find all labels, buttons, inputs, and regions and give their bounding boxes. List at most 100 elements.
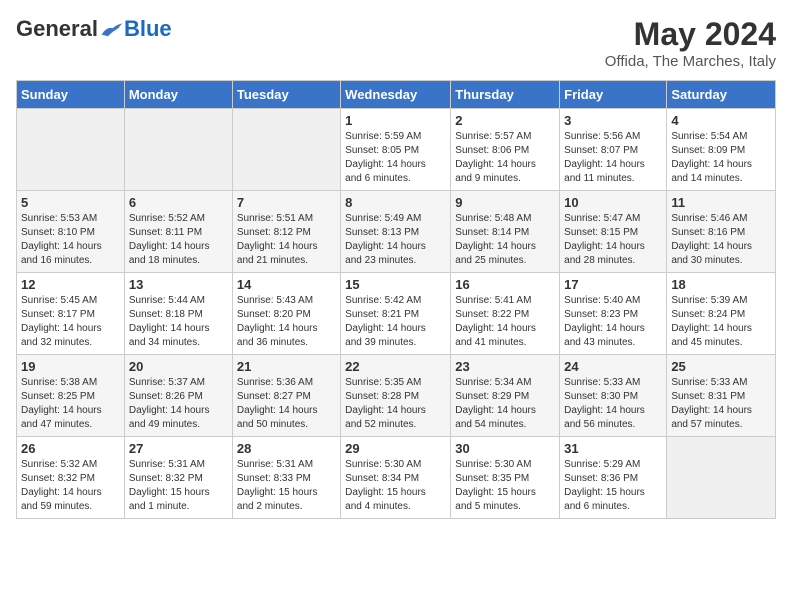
- day-header-saturday: Saturday: [667, 81, 776, 109]
- day-number: 29: [345, 441, 446, 456]
- day-number: 5: [21, 195, 120, 210]
- day-number: 21: [237, 359, 336, 374]
- calendar-week-row: 26 Sunrise: 5:32 AM Sunset: 8:32 PM Dayli…: [17, 437, 776, 519]
- logo-bird-icon: [100, 19, 124, 39]
- logo-blue-text: Blue: [124, 16, 172, 42]
- day-number: 17: [564, 277, 662, 292]
- logo-general-text: General: [16, 16, 98, 42]
- day-number: 20: [129, 359, 228, 374]
- location-subtitle: Offida, The Marches, Italy: [605, 53, 776, 70]
- day-info: Sunrise: 5:30 AM Sunset: 8:34 PM Dayligh…: [345, 458, 446, 514]
- day-info: Sunrise: 5:30 AM Sunset: 8:35 PM Dayligh…: [455, 458, 555, 514]
- calendar-cell: 23 Sunrise: 5:34 AM Sunset: 8:29 PM Dayli…: [451, 355, 560, 437]
- day-info: Sunrise: 5:48 AM Sunset: 8:14 PM Dayligh…: [455, 212, 555, 268]
- day-info: Sunrise: 5:42 AM Sunset: 8:21 PM Dayligh…: [345, 294, 446, 350]
- day-number: 15: [345, 277, 446, 292]
- day-number: 13: [129, 277, 228, 292]
- day-number: 23: [455, 359, 555, 374]
- calendar-cell: 11 Sunrise: 5:46 AM Sunset: 8:16 PM Dayli…: [667, 191, 776, 273]
- day-info: Sunrise: 5:33 AM Sunset: 8:30 PM Dayligh…: [564, 376, 662, 432]
- day-number: 14: [237, 277, 336, 292]
- calendar-cell: 25Sunrise: 5:33 AM Sunset: 8:31 PM Dayli…: [667, 355, 776, 437]
- day-header-friday: Friday: [560, 81, 667, 109]
- calendar-cell: 12Sunrise: 5:45 AM Sunset: 8:17 PM Dayli…: [17, 273, 125, 355]
- day-number: 7: [237, 195, 336, 210]
- day-info: Sunrise: 5:34 AM Sunset: 8:29 PM Dayligh…: [455, 376, 555, 432]
- day-number: 31: [564, 441, 662, 456]
- day-number: 22: [345, 359, 446, 374]
- calendar-cell: 16 Sunrise: 5:41 AM Sunset: 8:22 PM Dayli…: [451, 273, 560, 355]
- calendar-cell: 21Sunrise: 5:36 AM Sunset: 8:27 PM Dayli…: [232, 355, 340, 437]
- day-number: 19: [21, 359, 120, 374]
- calendar-week-row: 12Sunrise: 5:45 AM Sunset: 8:17 PM Dayli…: [17, 273, 776, 355]
- calendar-week-row: 1 Sunrise: 5:59 AM Sunset: 8:05 PM Daylig…: [17, 109, 776, 191]
- day-info: Sunrise: 5:53 AM Sunset: 8:10 PM Dayligh…: [21, 212, 120, 268]
- calendar-cell: 1 Sunrise: 5:59 AM Sunset: 8:05 PM Daylig…: [341, 109, 451, 191]
- calendar-cell: 19 Sunrise: 5:38 AM Sunset: 8:25 PM Dayli…: [17, 355, 125, 437]
- calendar-cell: [232, 109, 340, 191]
- day-info: Sunrise: 5:49 AM Sunset: 8:13 PM Dayligh…: [345, 212, 446, 268]
- day-header-tuesday: Tuesday: [232, 81, 340, 109]
- day-info: Sunrise: 5:44 AM Sunset: 8:18 PM Dayligh…: [129, 294, 228, 350]
- calendar-cell: 10 Sunrise: 5:47 AM Sunset: 8:15 PM Dayli…: [560, 191, 667, 273]
- day-number: 10: [564, 195, 662, 210]
- calendar-cell: 6Sunrise: 5:52 AM Sunset: 8:11 PM Daylig…: [124, 191, 232, 273]
- day-info: Sunrise: 5:43 AM Sunset: 8:20 PM Dayligh…: [237, 294, 336, 350]
- day-number: 11: [671, 195, 771, 210]
- calendar-week-row: 5 Sunrise: 5:53 AM Sunset: 8:10 PM Daylig…: [17, 191, 776, 273]
- calendar-cell: 27Sunrise: 5:31 AM Sunset: 8:32 PM Dayli…: [124, 437, 232, 519]
- calendar-cell: 9 Sunrise: 5:48 AM Sunset: 8:14 PM Daylig…: [451, 191, 560, 273]
- calendar-cell: [667, 437, 776, 519]
- calendar-cell: 20 Sunrise: 5:37 AM Sunset: 8:26 PM Dayli…: [124, 355, 232, 437]
- day-number: 30: [455, 441, 555, 456]
- calendar-cell: 14 Sunrise: 5:43 AM Sunset: 8:20 PM Dayli…: [232, 273, 340, 355]
- calendar-table: SundayMondayTuesdayWednesdayThursdayFrid…: [16, 80, 776, 519]
- calendar-week-row: 19 Sunrise: 5:38 AM Sunset: 8:25 PM Dayli…: [17, 355, 776, 437]
- day-info: Sunrise: 5:47 AM Sunset: 8:15 PM Dayligh…: [564, 212, 662, 268]
- page-header: General Blue May 2024 Offida, The Marche…: [16, 16, 776, 70]
- day-header-wednesday: Wednesday: [341, 81, 451, 109]
- day-info: Sunrise: 5:31 AM Sunset: 8:32 PM Dayligh…: [129, 458, 228, 514]
- day-info: Sunrise: 5:39 AM Sunset: 8:24 PM Dayligh…: [671, 294, 771, 350]
- calendar-cell: 26 Sunrise: 5:32 AM Sunset: 8:32 PM Dayli…: [17, 437, 125, 519]
- day-number: 26: [21, 441, 120, 456]
- calendar-cell: 8 Sunrise: 5:49 AM Sunset: 8:13 PM Daylig…: [341, 191, 451, 273]
- calendar-cell: [17, 109, 125, 191]
- day-number: 1: [345, 113, 446, 128]
- title-section: May 2024 Offida, The Marches, Italy: [605, 16, 776, 70]
- day-info: Sunrise: 5:51 AM Sunset: 8:12 PM Dayligh…: [237, 212, 336, 268]
- day-info: Sunrise: 5:46 AM Sunset: 8:16 PM Dayligh…: [671, 212, 771, 268]
- day-info: Sunrise: 5:45 AM Sunset: 8:17 PM Dayligh…: [21, 294, 120, 350]
- day-info: Sunrise: 5:52 AM Sunset: 8:11 PM Dayligh…: [129, 212, 228, 268]
- day-number: 28: [237, 441, 336, 456]
- day-header-sunday: Sunday: [17, 81, 125, 109]
- day-number: 3: [564, 113, 662, 128]
- calendar-cell: 30 Sunrise: 5:30 AM Sunset: 8:35 PM Dayli…: [451, 437, 560, 519]
- day-info: Sunrise: 5:41 AM Sunset: 8:22 PM Dayligh…: [455, 294, 555, 350]
- calendar-cell: 4 Sunrise: 5:54 AM Sunset: 8:09 PM Daylig…: [667, 109, 776, 191]
- month-year-title: May 2024: [605, 16, 776, 53]
- calendar-cell: 17Sunrise: 5:40 AM Sunset: 8:23 PM Dayli…: [560, 273, 667, 355]
- day-info: Sunrise: 5:56 AM Sunset: 8:07 PM Dayligh…: [564, 130, 662, 186]
- day-info: Sunrise: 5:59 AM Sunset: 8:05 PM Dayligh…: [345, 130, 446, 186]
- calendar-cell: 22Sunrise: 5:35 AM Sunset: 8:28 PM Dayli…: [341, 355, 451, 437]
- calendar-cell: 29 Sunrise: 5:30 AM Sunset: 8:34 PM Dayli…: [341, 437, 451, 519]
- day-number: 8: [345, 195, 446, 210]
- day-info: Sunrise: 5:31 AM Sunset: 8:33 PM Dayligh…: [237, 458, 336, 514]
- day-info: Sunrise: 5:29 AM Sunset: 8:36 PM Dayligh…: [564, 458, 662, 514]
- day-info: Sunrise: 5:37 AM Sunset: 8:26 PM Dayligh…: [129, 376, 228, 432]
- day-info: Sunrise: 5:38 AM Sunset: 8:25 PM Dayligh…: [21, 376, 120, 432]
- day-info: Sunrise: 5:54 AM Sunset: 8:09 PM Dayligh…: [671, 130, 771, 186]
- day-number: 9: [455, 195, 555, 210]
- day-number: 16: [455, 277, 555, 292]
- calendar-cell: [124, 109, 232, 191]
- calendar-cell: 15 Sunrise: 5:42 AM Sunset: 8:21 PM Dayli…: [341, 273, 451, 355]
- calendar-cell: 31 Sunrise: 5:29 AM Sunset: 8:36 PM Dayli…: [560, 437, 667, 519]
- day-info: Sunrise: 5:57 AM Sunset: 8:06 PM Dayligh…: [455, 130, 555, 186]
- day-number: 25: [671, 359, 771, 374]
- day-number: 24: [564, 359, 662, 374]
- day-info: Sunrise: 5:32 AM Sunset: 8:32 PM Dayligh…: [21, 458, 120, 514]
- calendar-cell: 24 Sunrise: 5:33 AM Sunset: 8:30 PM Dayli…: [560, 355, 667, 437]
- day-number: 4: [671, 113, 771, 128]
- calendar-cell: 2Sunrise: 5:57 AM Sunset: 8:06 PM Daylig…: [451, 109, 560, 191]
